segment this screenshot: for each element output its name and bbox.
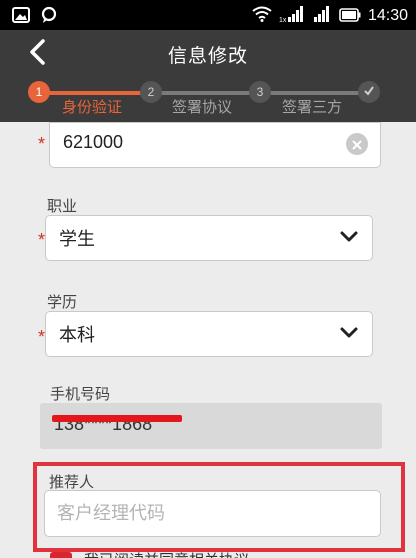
clear-button[interactable] <box>346 133 368 155</box>
step-connector <box>267 91 359 95</box>
required-marker: * <box>38 230 46 250</box>
required-marker: * <box>38 134 46 154</box>
step-2-label: 签署协议 <box>172 98 233 116</box>
step-1-label: 身份验证 <box>62 98 123 116</box>
step-1-number: 1 <box>28 81 50 103</box>
referrer-field[interactable] <box>44 490 381 537</box>
check-icon <box>363 85 375 100</box>
close-icon <box>352 135 362 154</box>
postal-code-field[interactable]: 621000 <box>49 122 381 168</box>
agreement-text: 我已阅读并同意相关协议 <box>84 549 249 558</box>
status-time: 14:30 <box>367 7 408 24</box>
signal-icon: 1x <box>279 5 305 27</box>
occupation-value: 学生 <box>59 229 95 249</box>
svg-text:1x: 1x <box>279 17 287 23</box>
occupation-label: 职业 <box>47 197 78 215</box>
chevron-down-icon <box>340 228 358 247</box>
wifi-icon <box>252 6 272 26</box>
step-3-number: 3 <box>249 81 271 103</box>
phone-field: 138****1868 <box>40 403 382 449</box>
education-select[interactable]: 本科 <box>45 311 373 357</box>
battery-icon <box>339 7 361 26</box>
chat-bubble-icon <box>40 6 58 28</box>
step-3-label: 签署三方 <box>282 98 343 116</box>
step-connector <box>160 91 250 95</box>
image-icon <box>12 7 30 27</box>
status-bar: 1x 14:30 <box>0 0 416 30</box>
step-connector <box>48 91 143 95</box>
agreement-checkbox[interactable] <box>50 552 72 558</box>
step-2-number: 2 <box>140 81 162 103</box>
referrer-input[interactable] <box>45 491 380 536</box>
redaction-mark <box>52 415 182 422</box>
postal-code-value: 621000 <box>63 132 124 152</box>
top-app-bar: 信息修改 <box>0 30 416 78</box>
step-4-marker <box>358 81 380 103</box>
education-value: 本科 <box>59 325 95 345</box>
signal-icon <box>312 5 332 27</box>
referrer-label: 推荐人 <box>49 473 95 491</box>
education-label: 学历 <box>47 293 78 311</box>
phone-label: 手机号码 <box>50 385 111 403</box>
occupation-select[interactable]: 学生 <box>45 215 373 261</box>
required-marker: * <box>38 327 46 347</box>
app-screen: 1x 14:30 信息修改 1 身份验证 2 签署协议 3 签署三方 * 621… <box>0 0 416 558</box>
chevron-down-icon <box>340 324 358 343</box>
form-container: * 621000 职业 * 学生 学历 * 本科 手机号码 138****186… <box>0 122 416 558</box>
page-title: 信息修改 <box>167 45 248 67</box>
progress-steps: 1 身份验证 2 签署协议 3 签署三方 <box>0 78 416 122</box>
